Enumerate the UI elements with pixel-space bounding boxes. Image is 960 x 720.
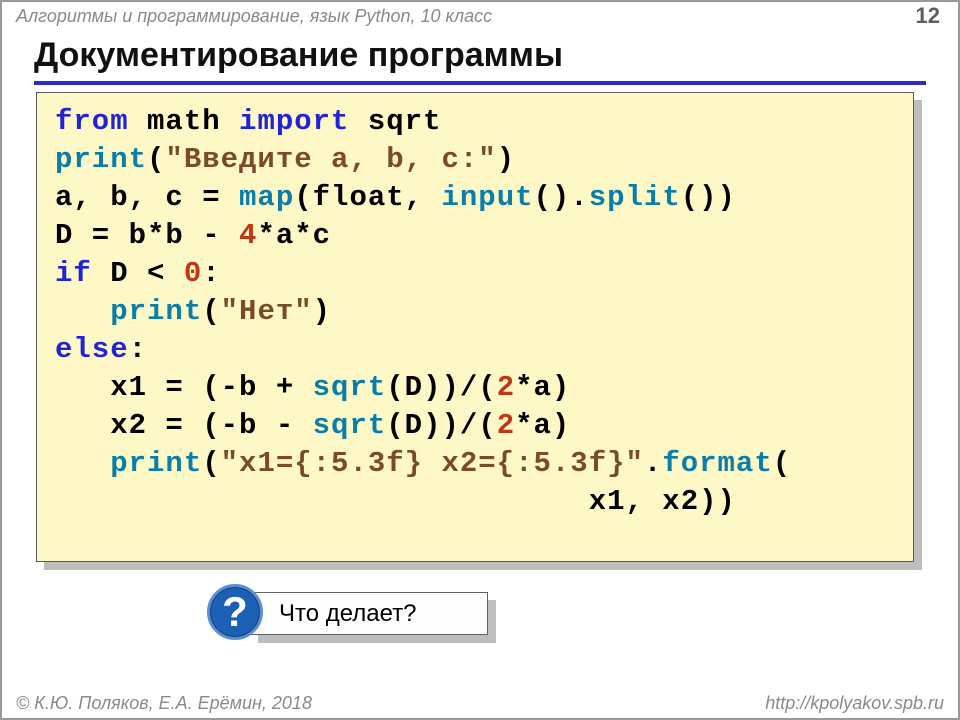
footer: © К.Ю. Поляков, Е.А. Ерёмин, 2018 http:/… (2, 690, 958, 716)
code-text: math (129, 105, 239, 138)
code-str: "Введите a, b, c:" (165, 143, 496, 176)
code-text: ( (147, 143, 165, 176)
code-fn: sqrt (313, 409, 387, 442)
code-block: from math import sqrt print("Введите a, … (36, 92, 914, 562)
code-text: : (202, 257, 220, 290)
code-text: (D))/( (386, 409, 496, 442)
code-text: (D))/( (386, 371, 496, 404)
code-kw: if (55, 257, 92, 290)
page-number: 12 (916, 3, 940, 29)
question-text: Что делает? (279, 600, 417, 628)
code-text: ()) (681, 181, 736, 214)
code-text: *a*c (257, 219, 331, 252)
code-num: 2 (497, 409, 515, 442)
code-num: 4 (239, 219, 257, 252)
code-num: 2 (497, 371, 515, 404)
header-subject: Алгоритмы и программирование, язык Pytho… (2, 2, 958, 30)
code-fn: print (110, 295, 202, 328)
code-pad (55, 409, 110, 442)
code-text: sqrt (349, 105, 441, 138)
footer-left: © К.Ю. Поляков, Е.А. Ерёмин, 2018 (16, 693, 312, 714)
code-text: ) (497, 143, 515, 176)
slide-title: Документирование программы (34, 36, 926, 85)
question-icon: ? (207, 584, 263, 640)
code-str: "Нет" (221, 295, 313, 328)
code-pad (55, 447, 110, 480)
code-text: *a) (515, 409, 570, 442)
code-text: x1 = (-b + (110, 371, 312, 404)
code-text: ( (202, 295, 220, 328)
code-kw: else (55, 333, 129, 366)
code-fn: format (662, 447, 772, 480)
question-box: Что делает? (250, 592, 488, 635)
code-text: (). (534, 181, 589, 214)
code-text: x1, x2)) (589, 485, 736, 518)
code-text: . (644, 447, 662, 480)
code-fn: split (589, 181, 681, 214)
code-pad (55, 295, 110, 328)
code-text: (float, (294, 181, 441, 214)
code-fn: print (55, 143, 147, 176)
code-text: x2 = (-b - (110, 409, 312, 442)
code-text: : (129, 333, 147, 366)
code-fn: sqrt (313, 371, 387, 404)
code-kw: from (55, 105, 129, 138)
footer-right: http://kpolyakov.spb.ru (765, 693, 944, 714)
code-kw: import (239, 105, 349, 138)
code-text: D < (92, 257, 184, 290)
code-text: ) (313, 295, 331, 328)
code-text: a, b, c = (55, 181, 239, 214)
slide: Алгоритмы и программирование, язык Pytho… (0, 0, 960, 720)
code-pad (55, 485, 589, 518)
code-text: *a) (515, 371, 570, 404)
code-text: ( (202, 447, 220, 480)
code-pad (55, 371, 110, 404)
code-str: "x1={:5.3f} x2={:5.3f}" (221, 447, 644, 480)
code-fn: input (441, 181, 533, 214)
code-fn: map (239, 181, 294, 214)
code-text: D = b*b - (55, 219, 239, 252)
code-num: 0 (184, 257, 202, 290)
code-fn: print (110, 447, 202, 480)
code-text: ( (773, 447, 791, 480)
